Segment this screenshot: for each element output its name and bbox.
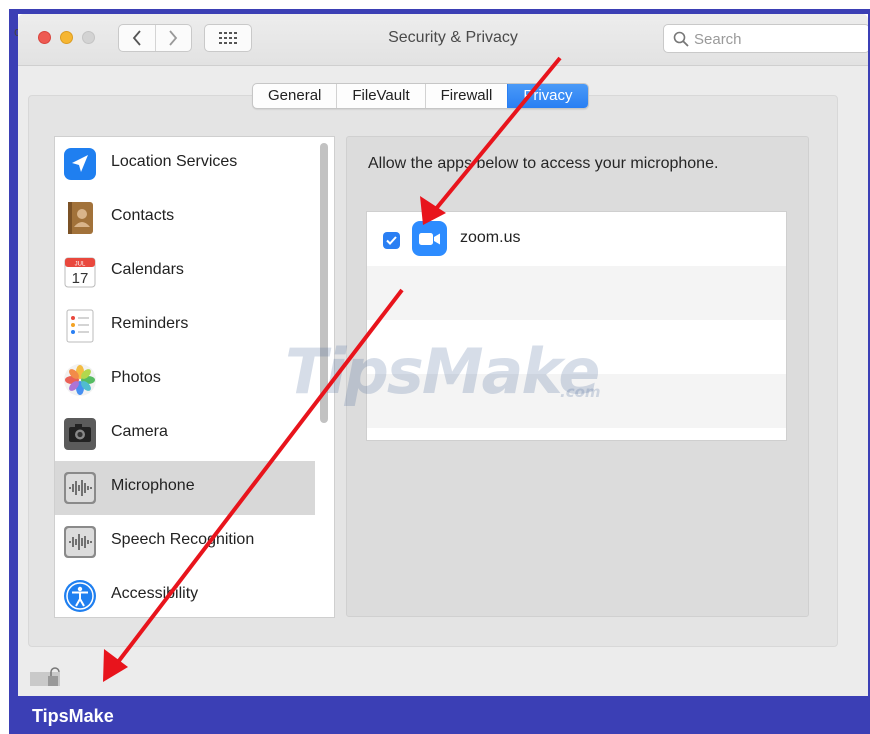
calendar-icon: JUL 17 — [63, 255, 97, 289]
sidebar-item-label: Photos — [111, 369, 161, 386]
site-banner: TipsMake — [9, 696, 870, 734]
sidebar-item-label: Contacts — [111, 207, 175, 224]
sidebar-item-photos[interactable]: Photos — [55, 353, 315, 407]
apps-list: zoom.us — [366, 211, 787, 441]
sidebar-item-accessibility[interactable]: Accessibility — [55, 569, 315, 617]
photos-icon — [63, 363, 97, 397]
grid-icon — [219, 32, 237, 44]
tab-general[interactable]: General — [253, 84, 336, 108]
banner-text: TipsMake — [32, 706, 114, 726]
app-name: zoom.us — [460, 229, 521, 246]
sidebar-item-label: Microphone — [111, 477, 195, 494]
search-icon — [673, 31, 689, 47]
sidebar-item-camera[interactable]: Camera — [55, 407, 315, 461]
checkmark-icon — [386, 236, 397, 245]
sidebar-item-microphone[interactable]: Microphone — [55, 461, 315, 515]
chevron-right-icon — [169, 30, 178, 46]
speech-recognition-icon — [63, 525, 97, 559]
privacy-sidebar[interactable]: Location Services Contacts JUL 17 Calenda… — [54, 136, 335, 618]
tab-firewall[interactable]: Firewall — [424, 84, 508, 108]
zoom-window-button[interactable] — [82, 31, 95, 44]
location-icon — [63, 147, 97, 181]
lock-icon[interactable] — [30, 666, 60, 686]
chevron-left-icon — [132, 30, 141, 46]
sidebar-item-label: Location Services — [111, 153, 238, 170]
sidebar-item-label: Calendars — [111, 261, 184, 278]
empty-list-row — [367, 266, 786, 320]
tab-privacy[interactable]: Privacy — [507, 84, 588, 108]
microphone-icon — [63, 471, 97, 505]
sidebar-item-label: Speech Recognition — [111, 531, 255, 548]
sidebar-item-speech-recognition[interactable]: Speech Recognition — [55, 515, 315, 569]
permission-description: Allow the apps below to access your micr… — [368, 155, 719, 172]
sidebar-item-label: Accessibility — [111, 585, 199, 602]
sidebar-scrollbar[interactable] — [320, 143, 328, 423]
watermark-suffix: .com — [560, 383, 601, 401]
svg-text:17: 17 — [72, 270, 89, 287]
app-permission-checkbox[interactable] — [383, 232, 400, 249]
close-window-button[interactable] — [38, 31, 51, 44]
sidebar-item-reminders[interactable]: Reminders — [55, 299, 315, 353]
reminders-icon — [63, 309, 97, 343]
sidebar-item-contacts[interactable]: Contacts — [55, 191, 315, 245]
back-button[interactable] — [119, 25, 155, 51]
screenshot-frame-left — [9, 14, 18, 696]
window-toolbar: Security & Privacy — [18, 14, 868, 66]
forward-button[interactable] — [154, 25, 192, 51]
zoom-icon — [412, 221, 447, 256]
search-input[interactable] — [694, 29, 859, 49]
sidebar-item-calendars[interactable]: JUL 17 Calendars — [55, 245, 315, 299]
camera-icon — [63, 417, 97, 451]
empty-list-row — [367, 320, 786, 374]
svg-text:JUL: JUL — [75, 262, 86, 268]
tab-filevault[interactable]: FileVault — [336, 84, 424, 108]
accessibility-icon — [63, 579, 97, 613]
show-all-button[interactable] — [204, 24, 252, 52]
sidebar-item-location-services[interactable]: Location Services — [55, 137, 315, 191]
list-item[interactable]: zoom.us — [367, 212, 786, 266]
contacts-icon — [63, 201, 97, 235]
navigation-buttons — [118, 24, 192, 52]
search-field[interactable] — [663, 24, 868, 53]
minimize-window-button[interactable] — [60, 31, 73, 44]
tab-bar: General FileVault Firewall Privacy — [252, 83, 589, 109]
sidebar-item-label: Reminders — [111, 315, 189, 332]
sidebar-item-label: Camera — [111, 423, 168, 440]
window-title: Security & Privacy — [388, 29, 518, 46]
